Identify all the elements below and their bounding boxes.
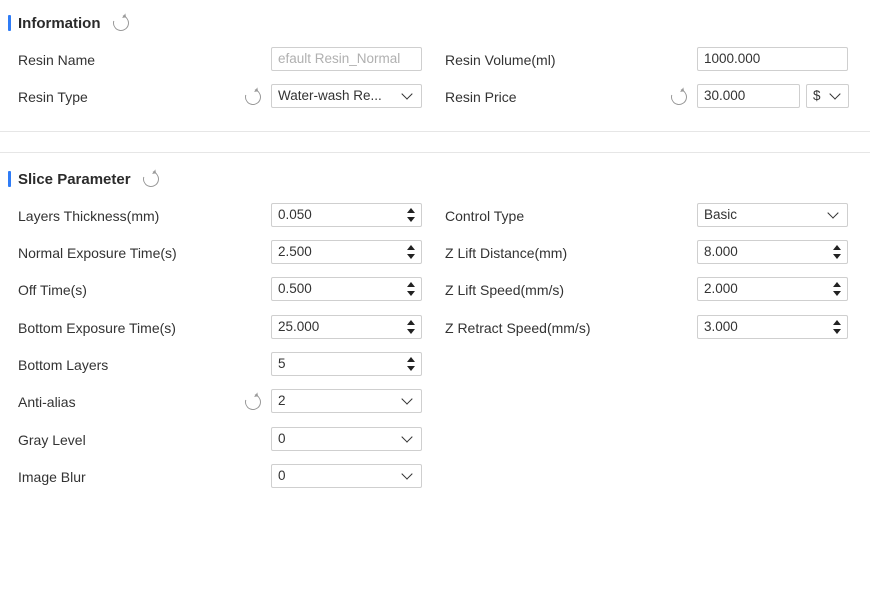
- refresh-icon[interactable]: [109, 12, 132, 34]
- refresh-icon[interactable]: [242, 86, 264, 108]
- resin-volume-value: 1000.000: [704, 51, 761, 66]
- bottom-layers-spinbox[interactable]: 5: [271, 352, 422, 376]
- layers-thickness-value: 0.050: [278, 207, 312, 222]
- image-blur-label: Image Blur: [18, 469, 86, 485]
- gray-level-label: Gray Level: [18, 432, 86, 448]
- off-time-spinbox[interactable]: 0.500: [271, 277, 422, 301]
- gray-level-value: 0: [278, 431, 286, 446]
- layers-thickness-label: Layers Thickness(mm): [18, 208, 160, 224]
- currency-value: $: [813, 88, 821, 103]
- refresh-icon[interactable]: [668, 86, 690, 108]
- z-retract-speed-value: 3.000: [704, 319, 738, 334]
- chevron-down-icon: [401, 88, 413, 100]
- control-type-dropdown[interactable]: Basic: [697, 203, 848, 227]
- z-retract-speed-label: Z Retract Speed(mm/s): [445, 320, 591, 336]
- z-lift-distance-spinbox[interactable]: 8.000: [697, 240, 848, 264]
- chevron-down-icon: [827, 207, 839, 219]
- resin-volume-label: Resin Volume(ml): [445, 52, 556, 68]
- z-lift-speed-spinbox[interactable]: 2.000: [697, 277, 848, 301]
- gray-level-dropdown[interactable]: 0: [271, 427, 422, 451]
- image-blur-dropdown[interactable]: 0: [271, 464, 422, 488]
- resin-volume-input[interactable]: 1000.000: [697, 47, 848, 71]
- resin-price-value: 30.000: [704, 88, 746, 103]
- information-section-title: Information: [8, 12, 132, 34]
- resin-type-dropdown[interactable]: Water-wash Re...: [271, 84, 422, 108]
- slice-section-title: Slice Parameter: [8, 168, 162, 190]
- refresh-icon[interactable]: [139, 168, 162, 190]
- spinner-arrows-icon[interactable]: [407, 356, 415, 372]
- resin-price-input[interactable]: 30.000: [697, 84, 800, 108]
- z-lift-distance-label: Z Lift Distance(mm): [445, 245, 568, 261]
- resin-type-label: Resin Type: [18, 89, 88, 105]
- spinner-arrows-icon[interactable]: [407, 281, 415, 297]
- normal-exposure-value: 2.500: [278, 244, 312, 259]
- bottom-exposure-spinbox[interactable]: 25.000: [271, 315, 422, 339]
- currency-dropdown[interactable]: $: [806, 84, 849, 108]
- spinner-arrows-icon[interactable]: [833, 244, 841, 260]
- information-title: Information: [18, 14, 101, 32]
- spinner-arrows-icon[interactable]: [407, 207, 415, 223]
- section-divider: [0, 152, 870, 153]
- z-retract-speed-spinbox[interactable]: 3.000: [697, 315, 848, 339]
- chevron-down-icon: [401, 393, 413, 405]
- resin-type-value: Water-wash Re...: [278, 88, 382, 103]
- layers-thickness-spinbox[interactable]: 0.050: [271, 203, 422, 227]
- section-accent-bar: [8, 171, 11, 187]
- chevron-down-icon: [401, 431, 413, 443]
- spinner-arrows-icon[interactable]: [407, 319, 415, 335]
- refresh-icon[interactable]: [242, 391, 264, 413]
- bottom-layers-label: Bottom Layers: [18, 357, 109, 373]
- bottom-layers-value: 5: [278, 356, 286, 371]
- resin-price-label: Resin Price: [445, 89, 517, 105]
- normal-exposure-label: Normal Exposure Time(s): [18, 245, 177, 261]
- off-time-label: Off Time(s): [18, 282, 87, 298]
- anti-alias-label: Anti-alias: [18, 394, 76, 410]
- resin-name-label: Resin Name: [18, 52, 96, 68]
- z-lift-speed-value: 2.000: [704, 281, 738, 296]
- z-lift-distance-value: 8.000: [704, 244, 738, 259]
- chevron-down-icon: [829, 88, 841, 100]
- bottom-exposure-label: Bottom Exposure Time(s): [18, 320, 176, 336]
- chevron-down-icon: [401, 468, 413, 480]
- resin-name-value: efault Resin_Normal: [278, 51, 401, 66]
- spinner-arrows-icon[interactable]: [833, 319, 841, 335]
- bottom-exposure-value: 25.000: [278, 319, 320, 334]
- control-type-value: Basic: [704, 207, 738, 222]
- anti-alias-dropdown[interactable]: 2: [271, 389, 422, 413]
- slice-title: Slice Parameter: [18, 170, 131, 188]
- section-accent-bar: [8, 15, 11, 31]
- z-lift-speed-label: Z Lift Speed(mm/s): [445, 282, 565, 298]
- spinner-arrows-icon[interactable]: [833, 281, 841, 297]
- section-divider: [0, 131, 870, 132]
- normal-exposure-spinbox[interactable]: 2.500: [271, 240, 422, 264]
- control-type-label: Control Type: [445, 208, 525, 224]
- resin-name-field: efault Resin_Normal: [271, 47, 422, 71]
- image-blur-value: 0: [278, 468, 286, 483]
- spinner-arrows-icon[interactable]: [407, 244, 415, 260]
- anti-alias-value: 2: [278, 393, 286, 408]
- off-time-value: 0.500: [278, 281, 312, 296]
